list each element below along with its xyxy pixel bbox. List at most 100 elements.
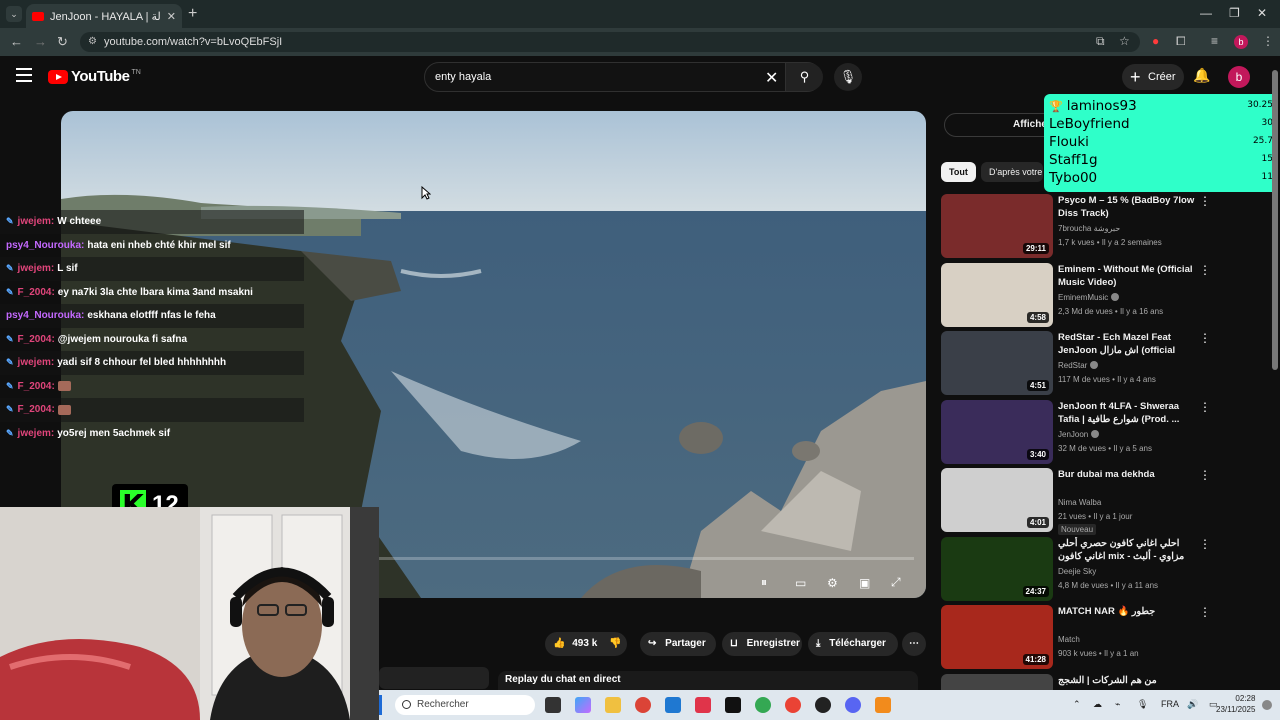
- channel-name[interactable]: Match: [1058, 635, 1080, 644]
- mic-tray-icon[interactable]: 🎙: [1137, 699, 1148, 710]
- bookmark-star-icon[interactable]: ☆: [1119, 34, 1130, 48]
- chip-all[interactable]: Tout: [941, 162, 976, 182]
- recommended-video[interactable]: 29:11 Psyco M – 15 % (BadBoy 7low Diss Tr…: [941, 194, 1261, 258]
- more-options-icon[interactable]: ⋮: [1199, 263, 1211, 277]
- file-explorer-icon[interactable]: [605, 697, 621, 713]
- network-icon[interactable]: ⌁: [1115, 699, 1120, 710]
- video-thumbnail[interactable]: 24:37: [941, 536, 1053, 601]
- search-input[interactable]: enty hayala: [435, 71, 491, 83]
- more-options-icon[interactable]: ⋮: [1199, 605, 1211, 619]
- recommended-video[interactable]: 41:28 MATCH NAR 🔥 جطور Match 903 k vues • I…: [941, 605, 1261, 669]
- recommended-video[interactable]: 3:40 JenJoon ft 4LFA - Shweraa Tafia | شو…: [941, 399, 1261, 464]
- recommended-video[interactable]: 4:58 Eminem - Without Me (Official Music …: [941, 262, 1261, 327]
- discord-icon[interactable]: [845, 697, 861, 713]
- settings-gear-icon[interactable]: ⚙: [827, 576, 838, 590]
- video-title[interactable]: RedStar - Ech Mazel Feat JenJoon اش مازا…: [1058, 331, 1196, 358]
- maximize-icon[interactable]: ❐: [1229, 6, 1240, 20]
- close-window-icon[interactable]: ✕: [1257, 6, 1267, 20]
- channel-name[interactable]: JenJoon: [1058, 429, 1100, 439]
- share-button[interactable]: ↪ Partager: [640, 632, 716, 656]
- save-button[interactable]: ⊔ Enregistrer: [722, 632, 802, 656]
- voice-search-mic-icon[interactable]: 🎙: [834, 63, 862, 91]
- volume-icon[interactable]: 🔊: [1187, 699, 1198, 710]
- start-icon[interactable]: [379, 695, 382, 715]
- channel-name[interactable]: Deejie Sky: [1058, 567, 1096, 576]
- video-title[interactable]: Psyco M – 15 % (BadBoy 7low Diss Track): [1058, 194, 1196, 220]
- show-chat-button[interactable]: Afficher: [944, 113, 1056, 137]
- search-box[interactable]: enty hayala ✕ ⚲: [424, 62, 823, 92]
- clear-search-icon[interactable]: ✕: [765, 68, 778, 88]
- video-title[interactable]: JenJoon ft 4LFA - Shweraa Tafia | شوارع …: [1058, 400, 1196, 426]
- description-box[interactable]: [379, 667, 489, 689]
- language-indicator[interactable]: FRA: [1161, 699, 1179, 709]
- recommended-video[interactable]: 24:37 احلي اغاني كافون حصري أحلي اغاني كا…: [941, 536, 1261, 601]
- fullscreen-icon[interactable]: ⤢: [891, 575, 901, 590]
- more-options-icon[interactable]: ⋮: [1199, 468, 1211, 482]
- forward-icon[interactable]: →: [34, 34, 47, 49]
- subtitles-icon[interactable]: ▭: [795, 576, 806, 590]
- media-control-icon[interactable]: ≡: [1211, 34, 1218, 48]
- copilot-icon[interactable]: [575, 697, 591, 713]
- more-options-icon[interactable]: ⋮: [1199, 194, 1211, 208]
- install-app-icon[interactable]: ⧉: [1096, 34, 1105, 49]
- more-actions-icon[interactable]: ⋯: [902, 632, 926, 656]
- close-tab-icon[interactable]: ✕: [167, 10, 176, 23]
- scrollbar-thumb[interactable]: [1272, 70, 1278, 370]
- browser-profile-avatar[interactable]: b: [1234, 35, 1248, 49]
- recommended-video[interactable]: 4:01 Bur dubai ma dekhda Nima Walba 21 vues…: [941, 468, 1261, 535]
- tab-list-chevron-icon[interactable]: ⌄: [6, 6, 22, 22]
- like-button[interactable]: 👍 493 k 👎: [545, 632, 627, 656]
- more-options-icon[interactable]: ⋮: [1199, 331, 1211, 345]
- video-thumbnail[interactable]: 4:58: [941, 262, 1053, 327]
- taskbar-search[interactable]: Rechercher: [395, 695, 535, 715]
- store-icon[interactable]: [665, 697, 681, 713]
- search-button[interactable]: ⚲: [785, 63, 823, 91]
- chrome-active-icon[interactable]: [785, 697, 801, 713]
- app-w-icon[interactable]: [695, 697, 711, 713]
- site-info-icon[interactable]: ⚙: [88, 32, 97, 52]
- video-thumbnail[interactable]: 3:40: [941, 399, 1053, 464]
- task-view-icon[interactable]: [545, 697, 561, 713]
- youtube-logo[interactable]: YouTube TN: [48, 68, 141, 85]
- more-options-icon[interactable]: ⋮: [1199, 400, 1211, 414]
- video-title[interactable]: MATCH NAR 🔥 جطور: [1058, 605, 1196, 618]
- reload-icon[interactable]: ↻: [57, 34, 68, 50]
- chip-recommended[interactable]: D'après votre: [981, 162, 1043, 182]
- video-thumbnail[interactable]: 29:11: [941, 194, 1053, 258]
- tray-chevron-icon[interactable]: ⌃: [1073, 699, 1081, 710]
- tiktok-icon[interactable]: [725, 697, 741, 713]
- chrome-profile-icon[interactable]: [755, 697, 771, 713]
- account-avatar[interactable]: b: [1228, 66, 1250, 88]
- video-title[interactable]: Bur dubai ma dekhda: [1058, 468, 1196, 481]
- app-a-icon[interactable]: [875, 697, 891, 713]
- onedrive-icon[interactable]: ☁: [1093, 699, 1102, 710]
- taskbar-clock[interactable]: 02:28 23/11/2025: [1216, 693, 1255, 715]
- autoplay-toggle-icon[interactable]: ⏸: [761, 575, 767, 590]
- extension-icon[interactable]: ●: [1152, 34, 1159, 48]
- address-bar[interactable]: ⚙ youtube.com/watch?v=bLvoQEbFSjI: [80, 32, 1140, 52]
- create-button[interactable]: Créer: [1122, 64, 1184, 90]
- browser-menu-icon[interactable]: ⋮: [1262, 34, 1274, 48]
- video-title[interactable]: احلي اغاني كافون حصري أحلي اغاني كافون m…: [1058, 537, 1196, 564]
- page-scrollbar[interactable]: [1271, 60, 1279, 690]
- notification-center-icon[interactable]: [1262, 700, 1272, 710]
- dislike-icon[interactable]: 👎: [609, 632, 621, 656]
- menu-icon[interactable]: [16, 68, 32, 82]
- notifications-bell-icon[interactable]: 🔔: [1193, 67, 1210, 84]
- extensions-puzzle-icon[interactable]: ⧠: [1176, 34, 1186, 49]
- video-title[interactable]: من هم الشركات | الشجج: [1058, 674, 1196, 687]
- recommended-video[interactable]: 4:51 RedStar - Ech Mazel Feat JenJoon اش …: [941, 331, 1261, 395]
- obs-icon[interactable]: [815, 697, 831, 713]
- channel-name[interactable]: Nima Walba: [1058, 498, 1101, 507]
- more-options-icon[interactable]: ⋮: [1199, 537, 1211, 551]
- video-thumbnail[interactable]: 41:28: [941, 605, 1053, 669]
- video-thumbnail[interactable]: 4:01: [941, 468, 1053, 532]
- new-tab-icon[interactable]: +: [188, 5, 197, 23]
- video-thumbnail[interactable]: 4:51: [941, 331, 1053, 395]
- channel-name[interactable]: RedStar: [1058, 361, 1099, 370]
- channel-name[interactable]: 7broucha حبروشة: [1058, 224, 1120, 233]
- video-title[interactable]: Eminem - Without Me (Official Music Vide…: [1058, 263, 1196, 289]
- download-button[interactable]: ⤓ Télécharger: [808, 632, 898, 656]
- minimize-icon[interactable]: —: [1200, 6, 1212, 20]
- chrome-icon[interactable]: [635, 697, 651, 713]
